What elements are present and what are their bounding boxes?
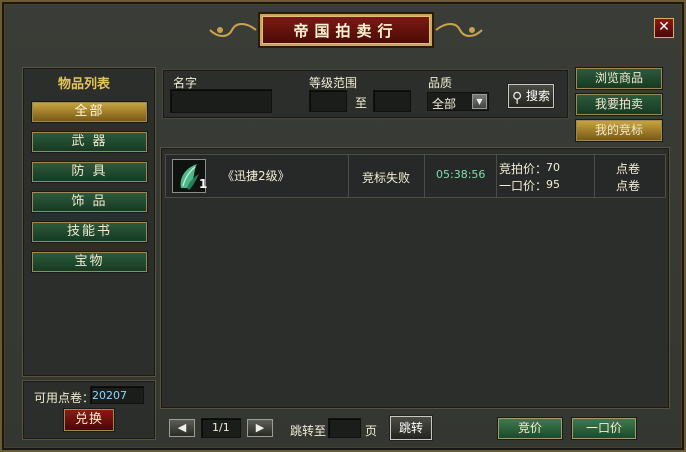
column-divider	[424, 155, 425, 197]
buyout-price-label: 一口价：	[499, 179, 548, 193]
search-icon: ⚲	[512, 90, 523, 106]
time-left: 05:38:56	[436, 168, 486, 181]
level-from-input[interactable]	[309, 90, 347, 112]
bid-button[interactable]: 竞价	[498, 418, 562, 439]
title-ornament-right-icon	[435, 23, 483, 37]
tab-my-bids[interactable]: 我的竞标	[576, 120, 662, 141]
auction-window: 帝国拍卖行 ✕ 物品列表 全部 武 器 防 具 饰 品 技能书 宝物 可用点卷：…	[0, 0, 686, 452]
category-weapons[interactable]: 武 器	[32, 132, 147, 152]
category-armor[interactable]: 防 具	[32, 162, 147, 182]
level-range-label: 等级范围	[309, 76, 358, 90]
close-button[interactable]: ✕	[654, 18, 674, 38]
next-page-button[interactable]: ▶	[247, 419, 273, 437]
column-divider	[496, 155, 497, 197]
tab-browse[interactable]: 浏览商品	[576, 68, 662, 89]
window-title: 帝国拍卖行	[260, 14, 432, 46]
category-accessories[interactable]: 饰 品	[32, 192, 147, 212]
item-name: 《迅捷2级》	[222, 169, 290, 183]
bid-status: 竞标失败	[362, 171, 411, 185]
column-divider	[594, 155, 595, 197]
points-label: 可用点卷：	[34, 391, 95, 405]
search-button[interactable]: ⚲ 搜索	[508, 84, 554, 108]
quality-select[interactable]: 全部 ▼	[427, 92, 489, 111]
chevron-down-icon[interactable]: ▼	[472, 94, 487, 109]
bid-price-value: 70	[546, 161, 560, 174]
category-treasure[interactable]: 宝物	[32, 252, 147, 272]
buyout-button[interactable]: 一口价	[572, 418, 636, 439]
level-to-label: 至	[355, 96, 368, 110]
level-to-input[interactable]	[373, 90, 411, 112]
column-divider	[348, 155, 349, 197]
page-indicator: 1/1	[212, 421, 230, 434]
jump-page-input[interactable]	[328, 418, 361, 438]
points-value: 20207	[92, 389, 127, 402]
table-row[interactable]: 1 《迅捷2级》 竞标失败 05:38:56 竞拍价： 70 一口价： 95 点…	[165, 154, 666, 198]
bid-currency: 点卷	[616, 162, 641, 176]
tab-sell[interactable]: 我要拍卖	[576, 94, 662, 115]
page-suffix-label: 页	[365, 424, 378, 438]
search-button-label: 搜索	[525, 89, 550, 103]
buyout-currency: 点卷	[616, 179, 641, 193]
quality-label: 品质	[428, 76, 453, 90]
name-input[interactable]	[170, 89, 272, 113]
title-ornament-left-icon	[209, 23, 257, 37]
jump-button[interactable]: 跳转	[390, 416, 432, 440]
category-heading: 物品列表	[58, 77, 111, 92]
quality-value: 全部	[432, 97, 457, 111]
category-all[interactable]: 全部	[32, 102, 147, 122]
jump-to-label: 跳转至	[290, 424, 327, 438]
exchange-button[interactable]: 兑换	[64, 409, 114, 431]
item-quantity: 1	[199, 177, 208, 191]
category-skillbooks[interactable]: 技能书	[32, 222, 147, 242]
buyout-price-value: 95	[546, 178, 560, 191]
prev-page-button[interactable]: ◀	[169, 419, 195, 437]
bid-price-label: 竞拍价：	[499, 162, 548, 176]
